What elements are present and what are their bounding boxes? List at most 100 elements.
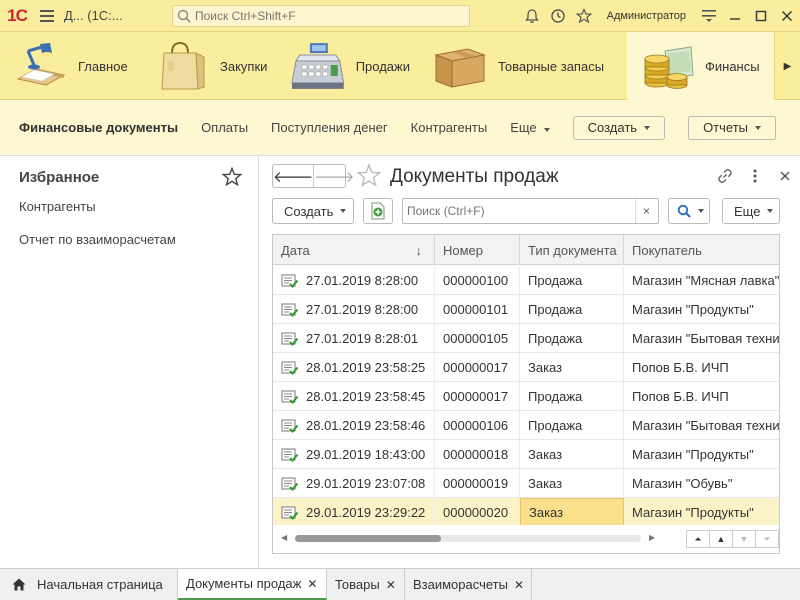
bell-icon[interactable] [519,0,545,32]
cell-type[interactable]: Продажа [520,382,624,411]
cell-number[interactable]: 000000101 [435,295,520,324]
favorite-settlements-report[interactable]: Отчет по взаиморасчетам [19,232,176,247]
more-actions-button[interactable]: Еще [722,198,780,224]
page-down-icon[interactable]: ▼ [732,530,756,548]
cell-date[interactable]: 28.01.2019 23:58:25 [273,353,435,382]
cell-date[interactable]: 27.01.2019 8:28:00 [273,295,435,324]
forward-arrow-icon[interactable]: 🡒 [314,165,354,187]
add-copy-button[interactable] [363,198,393,224]
table-row[interactable]: 29.01.2019 23:29:22 000000020 Заказ Магазин… [273,498,779,527]
scroll-right-icon[interactable]: ▶ [649,533,655,542]
table-row[interactable]: 28.01.2019 23:58:45 000000017 Продажа Попов… [273,382,779,411]
cell-number[interactable]: 000000017 [435,382,520,411]
cell-date[interactable]: 29.01.2019 18:43:00 [273,440,435,469]
global-search[interactable] [172,5,470,27]
list-search[interactable]: × [402,198,659,224]
maximize-icon[interactable] [748,0,774,32]
column-header-date[interactable]: Дата ↓ [273,235,435,265]
close-icon[interactable] [774,0,800,32]
link-counterparties[interactable]: Контрагенты [411,120,488,135]
close-tab-icon[interactable]: ✕ [307,577,317,591]
cell-date[interactable]: 29.01.2019 23:07:08 [273,469,435,498]
section-inventory[interactable]: Товарные запасы [420,32,627,100]
link-money-receipts[interactable]: Поступления денег [271,120,388,135]
cell-customer[interactable]: Попов Б.В. ИЧП [624,353,779,382]
table-row[interactable]: 27.01.2019 8:28:00 000000101 Продажа Магази… [273,295,779,324]
search-options-button[interactable] [668,198,710,224]
cell-type[interactable]: Продажа [520,411,624,440]
minimize-icon[interactable] [722,0,748,32]
cell-date[interactable]: 28.01.2019 23:58:46 [273,411,435,440]
create-button[interactable]: Создать [272,198,354,224]
cell-customer[interactable]: Магазин "Мясная лавка" [624,266,779,295]
column-header-type[interactable]: Тип документа [520,235,624,265]
section-finance[interactable]: Финансы [627,32,774,100]
cell-type[interactable]: Заказ [520,440,624,469]
sections-scroll-right-icon[interactable]: ▶ [774,32,800,100]
tab-goods[interactable]: Товары ✕ [327,569,405,600]
cell-number[interactable]: 000000020 [435,498,520,527]
table-row[interactable]: 27.01.2019 8:28:00 000000100 Продажа Магази… [273,266,779,295]
back-arrow-icon[interactable]: 🡐 [273,165,315,187]
cell-number[interactable]: 000000018 [435,440,520,469]
reports-menu-button[interactable]: Отчеты [688,115,776,140]
section-purchases[interactable]: Закупки [142,32,278,100]
cell-number[interactable]: 000000019 [435,469,520,498]
table-row[interactable]: 27.01.2019 8:28:01 000000105 Продажа Магази… [273,324,779,353]
list-search-input[interactable] [403,204,635,218]
cell-customer[interactable]: Магазин "Обувь" [624,469,779,498]
cell-customer[interactable]: Магазин "Продукты" [624,498,779,527]
cell-type[interactable]: Продажа [520,295,624,324]
clear-search-icon[interactable]: × [635,199,657,223]
link-payments[interactable]: Оплаты [201,120,248,135]
menu-icon[interactable] [34,0,60,32]
cell-type[interactable]: Продажа [520,266,624,295]
more-menu[interactable]: Еще [510,120,550,135]
scrollbar-track[interactable] [295,535,641,542]
horizontal-scrollbar[interactable]: ◀ ▶ ⏶ ▲ ▼ ⏷ [273,525,779,553]
tab-sales-documents[interactable]: Документы продаж ✕ [178,569,327,600]
column-header-customer[interactable]: Покупатель [624,235,779,265]
cell-number[interactable]: 000000100 [435,266,520,295]
cell-customer[interactable]: Магазин "Бытовая техни [624,411,779,440]
column-header-number[interactable]: Номер [435,235,520,265]
scrollbar-thumb[interactable] [295,535,441,542]
cell-type[interactable]: Заказ [520,498,624,527]
table-row[interactable]: 28.01.2019 23:58:46 000000106 Продажа Магаз… [273,411,779,440]
close-form-icon[interactable] [770,171,800,181]
cell-type[interactable]: Продажа [520,324,624,353]
last-page-icon[interactable]: ⏷ [755,530,779,548]
cell-date[interactable]: 27.01.2019 8:28:01 [273,324,435,353]
function-panel-title[interactable]: Финансовые документы [19,120,178,135]
cell-date[interactable]: 29.01.2019 23:29:22 [273,498,435,527]
global-search-input[interactable] [195,9,455,23]
cell-number[interactable]: 000000106 [435,411,520,440]
current-user[interactable]: Администратор [597,10,696,22]
cell-date[interactable]: 28.01.2019 23:58:45 [273,382,435,411]
first-page-icon[interactable]: ⏶ [686,530,710,548]
table-row[interactable]: 29.01.2019 18:43:00 000000018 Заказ Магазин… [273,440,779,469]
section-main[interactable]: Главное [0,32,142,100]
table-row[interactable]: 28.01.2019 23:58:25 000000017 Заказ Попов Б… [273,353,779,382]
history-icon[interactable] [545,0,571,32]
star-icon[interactable] [221,166,243,188]
cell-date[interactable]: 27.01.2019 8:28:00 [273,266,435,295]
table-row[interactable]: 29.01.2019 23:07:08 000000019 Заказ Магазин… [273,469,779,498]
favorite-counterparties[interactable]: Контрагенты [19,199,96,214]
close-tab-icon[interactable]: ✕ [386,578,396,592]
star-icon[interactable] [571,0,597,32]
link-icon[interactable] [710,168,740,184]
cell-type[interactable]: Заказ [520,469,624,498]
cell-customer[interactable]: Попов Б.В. ИЧП [624,382,779,411]
cell-customer[interactable]: Магазин "Бытовая техни [624,324,779,353]
tab-home[interactable]: Начальная страница [0,569,178,600]
more-vertical-icon[interactable] [740,169,770,183]
page-up-icon[interactable]: ▲ [709,530,733,548]
settings-menu-icon[interactable] [696,0,722,32]
star-icon[interactable] [356,163,382,189]
cell-customer[interactable]: Магазин "Продукты" [624,295,779,324]
cell-type[interactable]: Заказ [520,353,624,382]
cell-customer[interactable]: Магазин "Продукты" [624,440,779,469]
close-tab-icon[interactable]: ✕ [514,578,524,592]
tab-settlements[interactable]: Взаиморасчеты ✕ [405,569,532,600]
